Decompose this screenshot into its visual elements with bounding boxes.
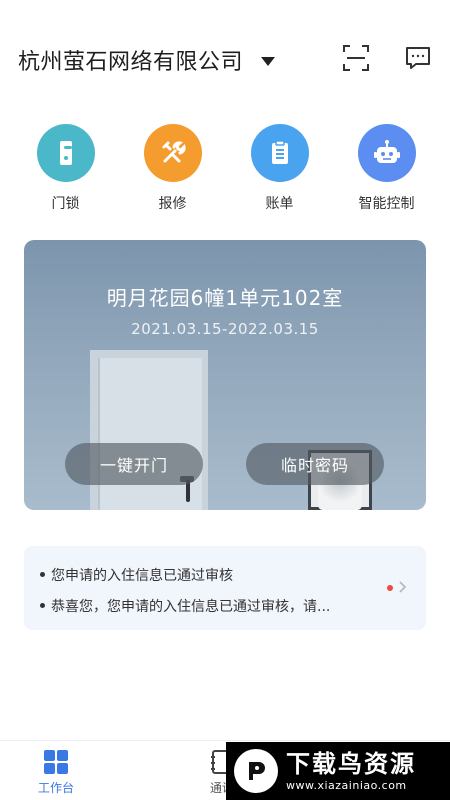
action-repair[interactable]: 报修: [119, 124, 226, 213]
header: 杭州萤石网络有限公司: [0, 0, 450, 110]
watermark: 下载鸟资源 www.xiazainiao.com: [226, 742, 450, 800]
watermark-text: 下载鸟资源 www.xiazainiao.com: [286, 751, 416, 792]
action-label: 门锁: [51, 196, 80, 212]
tab-label: 工作台: [37, 781, 74, 795]
action-label: 账单: [265, 196, 294, 212]
watermark-title: 下载鸟资源: [286, 749, 416, 778]
message-icon[interactable]: [404, 44, 432, 72]
notice-item: 您申请的入住信息已通过审核: [40, 565, 233, 585]
scan-icon[interactable]: [342, 44, 370, 72]
door-lock-icon: [36, 124, 95, 182]
bullet-icon: [40, 602, 45, 608]
notice-text: 恭喜您，您申请的入住信息已通过审核，请...: [51, 599, 331, 615]
bill-clipboard-icon: [250, 124, 309, 182]
bullet-icon: [40, 571, 45, 577]
tab-workbench[interactable]: 工作台: [32, 749, 80, 796]
unread-dot: [387, 585, 393, 591]
notice-item: 恭喜您，您申请的入住信息已通过审核，请...: [40, 596, 330, 616]
watermark-url: www.xiazainiao.com: [286, 778, 407, 792]
robot-icon: [357, 124, 416, 182]
temp-password-button[interactable]: 临时密码: [246, 443, 384, 485]
chevron-right-icon: [399, 581, 407, 593]
open-door-button[interactable]: 一键开门: [65, 443, 203, 485]
company-name: 杭州萤石网络有限公司: [18, 50, 244, 75]
caret-down-icon: [261, 56, 276, 66]
action-label: 智能控制: [358, 196, 415, 212]
action-smart-control[interactable]: 智能控制: [333, 124, 440, 213]
action-door-lock[interactable]: 门锁: [12, 124, 119, 213]
grid-icon: [44, 750, 68, 774]
notice-box[interactable]: 您申请的入住信息已通过审核 恭喜您，您申请的入住信息已通过审核，请...: [24, 546, 426, 630]
house-title: 明月花园6幢1单元102室: [106, 286, 344, 310]
quick-actions: 门锁 报修 账单 智能控制: [0, 124, 450, 213]
action-label: 报修: [158, 196, 187, 212]
repair-tools-icon: [143, 124, 202, 182]
company-selector[interactable]: 杭州萤石网络有限公司: [18, 44, 276, 76]
action-bill[interactable]: 账单: [226, 124, 333, 213]
bird-logo-icon: [234, 749, 278, 793]
lease-date-range: 2021.03.15-2022.03.15: [131, 320, 319, 338]
notice-text: 您申请的入住信息已通过审核: [51, 568, 233, 584]
